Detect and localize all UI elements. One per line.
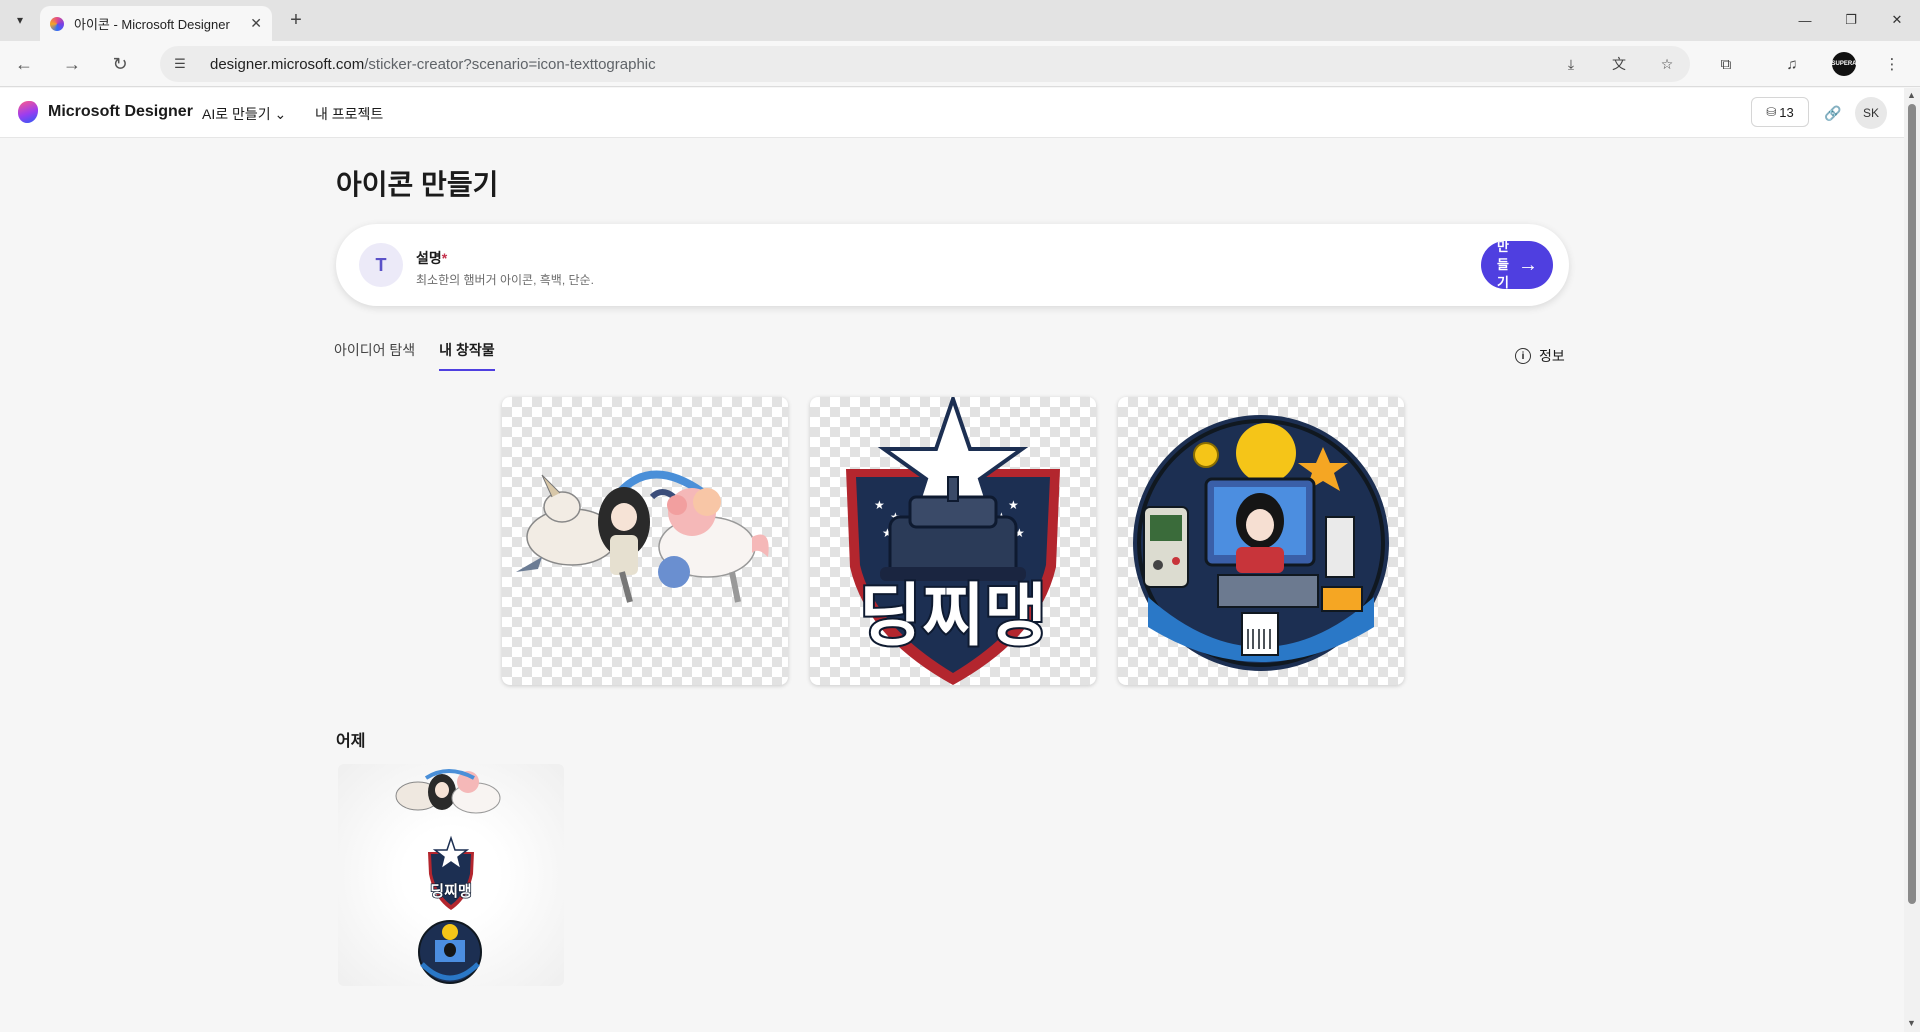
history-item[interactable]: 딩찌맹 bbox=[338, 764, 564, 986]
browser-menu-icon[interactable]: ⋮ bbox=[1880, 52, 1904, 76]
history-collage-image: 딩찌맹 bbox=[395, 769, 501, 984]
url-text[interactable]: designer.microsoft.com/sticker-creator?s… bbox=[210, 56, 656, 73]
tab-title: 아이콘 - Microsoft Designer bbox=[74, 17, 230, 32]
emblem-text: 딩찌맹 bbox=[859, 577, 1047, 656]
credits-badge[interactable]: ⛁ 13 bbox=[1751, 97, 1809, 127]
retro-gamer-girl-badge-image bbox=[1133, 415, 1389, 671]
create-button-label: 만들기 bbox=[1497, 241, 1509, 289]
svg-text:★: ★ bbox=[1008, 498, 1019, 512]
arrow-right-icon: → bbox=[1518, 253, 1538, 276]
tab-close-icon[interactable]: ✕ bbox=[250, 15, 262, 32]
text-add-icon: T bbox=[359, 243, 403, 287]
credits-count: 13 bbox=[1779, 104, 1794, 120]
designer-logo-icon bbox=[18, 101, 38, 123]
tab-search-icon[interactable]: ▾ bbox=[8, 8, 32, 32]
tab-my-creations[interactable]: 내 창작물 bbox=[439, 340, 495, 371]
brand-name: Microsoft Designer bbox=[48, 103, 193, 120]
browser-tabstrip: ▾ 아이콘 - Microsoft Designer ✕ + — ❐ ✕ bbox=[0, 0, 1920, 41]
translate-icon[interactable]: 文 bbox=[1608, 53, 1630, 75]
user-avatar[interactable]: SK bbox=[1855, 97, 1887, 129]
profile-avatar[interactable]: SUPERA bbox=[1832, 52, 1857, 76]
browser-tab[interactable]: 아이콘 - Microsoft Designer ✕ bbox=[40, 6, 272, 41]
history-emblem-text: 딩찌맹 bbox=[430, 882, 471, 900]
site-info-icon[interactable]: ☰ bbox=[168, 52, 192, 76]
nav-ai-create-label: AI로 만들기 bbox=[202, 106, 271, 122]
brand-link[interactable]: Microsoft Designer bbox=[18, 101, 193, 123]
scroll-up-icon[interactable]: ▲ bbox=[1907, 90, 1916, 100]
page-title: 아이콘 만들기 bbox=[336, 169, 499, 200]
url-path: /sticker-creator?scenario=icon-texttogra… bbox=[364, 56, 656, 73]
link-icon[interactable]: 🔗 bbox=[1820, 100, 1846, 126]
nav-ai-create[interactable]: AI로 만들기 ⌄ bbox=[202, 104, 286, 124]
info-label: 정보 bbox=[1539, 348, 1565, 364]
reload-icon[interactable]: ↻ bbox=[106, 50, 134, 78]
creation-thumbnail[interactable] bbox=[502, 397, 788, 685]
create-button[interactable]: 만들기 → bbox=[1481, 241, 1553, 289]
close-window-icon[interactable]: ✕ bbox=[1874, 6, 1920, 34]
prompt-input[interactable]: 최소한의 햄버거 아이콘, 흑백, 단순. bbox=[416, 271, 594, 288]
browser-toolbar: ← → ↻ ☰ designer.microsoft.com/sticker-c… bbox=[0, 41, 1920, 87]
restore-icon[interactable]: ❐ bbox=[1828, 6, 1874, 34]
forward-icon[interactable]: → bbox=[58, 50, 86, 78]
info-button[interactable]: i 정보 bbox=[1515, 346, 1565, 366]
app-header: Microsoft Designer AI로 만들기 ⌄ 내 프로젝트 ⛁ 13… bbox=[0, 88, 1904, 138]
minimize-icon[interactable]: — bbox=[1782, 6, 1828, 34]
bookmark-star-icon[interactable]: ☆ bbox=[1656, 53, 1678, 75]
creation-thumbnail[interactable]: ★★★ ★★★ 딩찌맹 bbox=[810, 397, 1096, 685]
tab-explore-ideas[interactable]: 아이디어 탐색 bbox=[334, 340, 415, 371]
prompt-box[interactable]: T 설명* 최소한의 햄버거 아이콘, 흑백, 단순. 만들기 → bbox=[336, 224, 1569, 306]
scroll-down-icon[interactable]: ▼ bbox=[1907, 1018, 1916, 1028]
install-app-icon[interactable]: ⤓ bbox=[1560, 53, 1582, 75]
unicorn-girl-sticker-image bbox=[516, 470, 769, 603]
media-control-icon[interactable]: ♫ bbox=[1780, 52, 1804, 76]
svg-text:★: ★ bbox=[874, 498, 885, 512]
coins-icon: ⛁ bbox=[1766, 105, 1777, 119]
extensions-icon[interactable]: ⧉ bbox=[1714, 52, 1738, 76]
creations-grid: ★★★ ★★★ 딩찌맹 bbox=[502, 397, 1426, 685]
content-tabs: 아이디어 탐색 내 창작물 bbox=[334, 340, 519, 371]
page-scrollbar[interactable]: ▲ ▼ bbox=[1904, 88, 1920, 1032]
back-icon[interactable]: ← bbox=[10, 50, 38, 78]
star-tank-emblem-image: ★★★ ★★★ 딩찌맹 bbox=[846, 397, 1060, 685]
scroll-thumb[interactable] bbox=[1908, 104, 1916, 904]
info-icon: i bbox=[1515, 348, 1531, 364]
address-bar[interactable]: ☰ designer.microsoft.com/sticker-creator… bbox=[160, 46, 1690, 82]
prompt-label: 설명* bbox=[416, 248, 447, 268]
nav-my-projects[interactable]: 내 프로젝트 bbox=[315, 104, 383, 124]
creation-thumbnail[interactable] bbox=[1118, 397, 1404, 685]
prompt-label-text: 설명 bbox=[416, 250, 442, 266]
required-mark: * bbox=[441, 250, 448, 266]
new-tab-icon[interactable]: + bbox=[284, 8, 308, 32]
url-host: designer.microsoft.com bbox=[210, 56, 365, 73]
chevron-down-icon: ⌄ bbox=[274, 106, 287, 122]
history-section-title: 어제 bbox=[336, 733, 366, 750]
designer-favicon-icon bbox=[50, 16, 64, 31]
